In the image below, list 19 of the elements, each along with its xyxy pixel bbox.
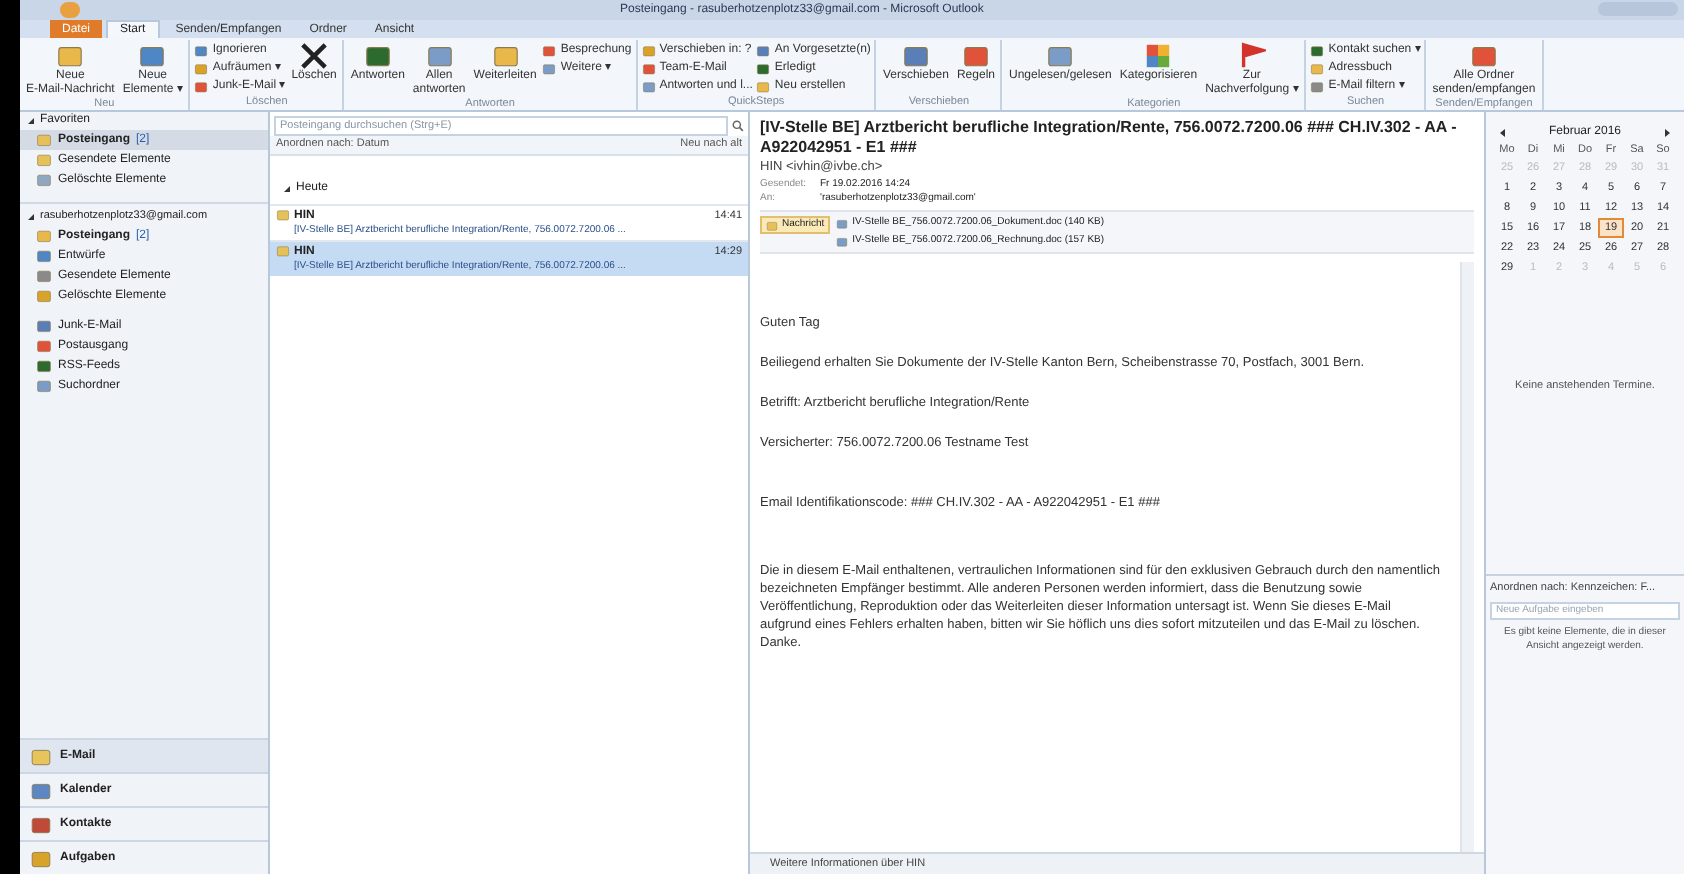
email-subject: [IV-Stelle BE] Arztbericht berufliche Integration/Rente, 756.0072.7200.06 ### CH.IV.302 - AA - A922042951 - E1 ### — [760, 118, 1459, 158]
collapse-caret-icon[interactable] — [26, 116, 36, 126]
search-icon — [732, 120, 744, 132]
module-icon — [30, 813, 52, 835]
delete-icon — [300, 42, 329, 70]
folder-icon — [766, 219, 778, 231]
module-icon — [30, 847, 52, 869]
module-icon — [30, 745, 52, 767]
next-month-arrow-icon[interactable] — [1662, 128, 1672, 138]
scrollbar[interactable] — [1460, 262, 1474, 852]
app-icon — [60, 2, 80, 18]
module-icon — [30, 779, 52, 801]
folder-icon — [276, 244, 290, 258]
flag-icon — [1237, 42, 1266, 70]
color-squares-icon — [1144, 42, 1173, 70]
folder-icon — [276, 208, 290, 222]
collapse-caret-icon[interactable] — [26, 212, 36, 222]
collapse-caret-icon[interactable] — [282, 184, 292, 194]
previous-month-arrow-icon[interactable] — [1498, 128, 1508, 138]
